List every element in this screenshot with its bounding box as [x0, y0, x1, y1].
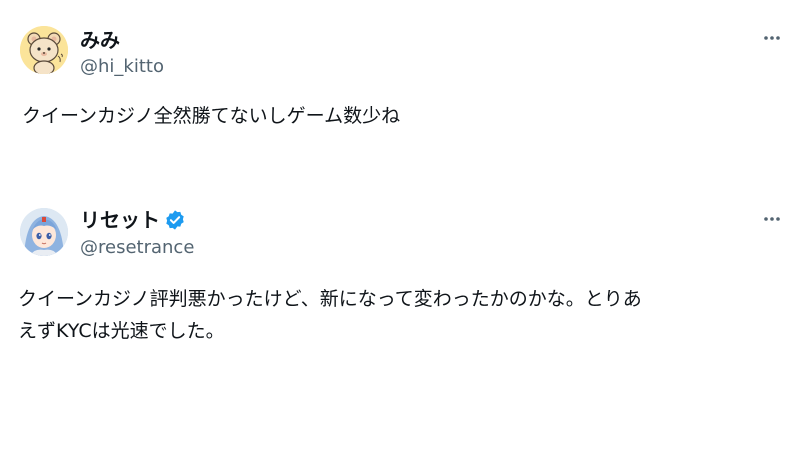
- verified-badge-icon: [166, 210, 184, 230]
- post-text: クイーンカジノ評判悪かったけど、新になって変わったかのかな。とりあ えずKYCは…: [18, 288, 642, 342]
- display-name-text[interactable]: リセット: [80, 208, 160, 232]
- avatar[interactable]: [20, 208, 68, 256]
- handle[interactable]: @resetrance: [80, 237, 194, 259]
- display-name[interactable]: リセット: [80, 208, 186, 232]
- anime-girl-avatar-icon: [20, 208, 68, 256]
- more-options-icon[interactable]: [760, 207, 784, 231]
- post-2: リセット @resetrance クイーンカジノ評判悪かったけど、新になって変わ…: [0, 0, 800, 450]
